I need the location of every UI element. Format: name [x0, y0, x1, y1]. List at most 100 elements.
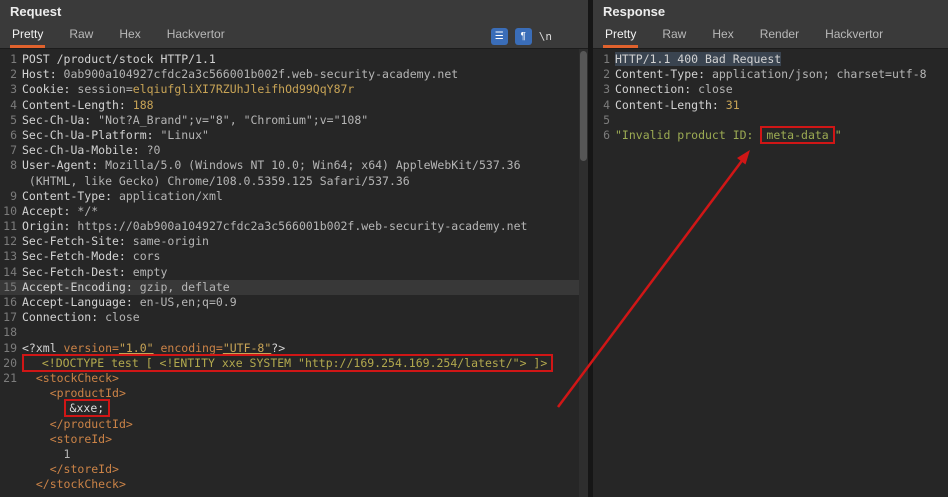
code-token: application/json; charset=utf-8 — [711, 67, 927, 82]
code-token: ?0 — [146, 143, 161, 158]
tab-response-pretty[interactable]: Pretty — [603, 24, 639, 48]
request-panel: Request Pretty Raw Hex Hackvertor ☰ ¶ \n… — [0, 0, 588, 497]
code-token: Sec-Ch-Ua-Mobile: — [22, 143, 147, 158]
code-token: 31 — [725, 97, 740, 112]
code-token: elqiufgliXI7RZUhJleifhOd99QqY87r — [132, 82, 355, 97]
line-number: 13 — [3, 249, 17, 264]
line-number: 5 — [10, 112, 17, 127]
line-number: 15 — [3, 279, 17, 294]
code-token: <!DOCTYPE test [ <!ENTITY xxe SYSTEM "ht… — [28, 355, 548, 370]
tab-response-raw[interactable]: Raw — [660, 24, 688, 48]
code-token: Host: — [22, 67, 64, 82]
request-editor[interactable]: 1 POST /product/stock HTTP/1.1 2 Host: 0ab9… — [0, 49, 588, 497]
annotated-token: meta-data — [760, 125, 835, 144]
code-token: POST /product/stock HTTP/1.1 — [22, 52, 216, 66]
response-editor[interactable]: 1 HTTP/1.1 400 Bad Request 2 Content-Type: … — [593, 49, 948, 497]
response-panel: Response Pretty Raw Hex Render Hackverto… — [593, 0, 948, 497]
wrap-lines-icon[interactable]: ¶ — [514, 27, 532, 45]
code-token: Content-Type: — [615, 67, 712, 82]
code-token: Mozilla/5.0 (Windows NT 10.0; Win64; x64… — [105, 158, 521, 173]
code-token: "UTF-8" — [222, 340, 272, 355]
pretty-print-icon[interactable]: ☰ — [490, 27, 508, 45]
code-line: &xxe; — [0, 399, 588, 418]
code-token: Sec-Ch-Ua: — [22, 112, 99, 127]
code-line: 18 — [0, 325, 588, 340]
code-token: HTTP/1.1 400 Bad Request — [615, 52, 782, 66]
code-token: Content-Length: — [615, 97, 726, 112]
line-number: 7 — [10, 143, 17, 158]
code-line: 2 Host: 0ab900a104927cfdc2a3c566001b002f.… — [0, 67, 588, 82]
code-token: </stockCheck> — [35, 477, 126, 492]
code-token: (KHTML, like Gecko) Chrome/108.0.5359.12… — [22, 173, 410, 188]
tab-response-hackvertor[interactable]: Hackvertor — [823, 24, 885, 48]
line-number: 6 — [10, 127, 17, 142]
code-line: 11 Origin: https://0ab900a104927cfdc2a3c5… — [0, 219, 588, 234]
line-number: 11 — [3, 219, 17, 234]
request-panel-title: Request — [10, 4, 62, 19]
code-token: application/xml — [118, 188, 223, 203]
code-token: gzip, deflate — [139, 279, 230, 294]
code-token: version= — [63, 340, 119, 355]
code-token: session= — [77, 82, 133, 97]
code-token: <productId> — [49, 386, 126, 401]
code-line: 1 — [0, 447, 588, 462]
line-number: 20 — [3, 355, 17, 370]
code-token: encoding= — [160, 340, 223, 355]
code-line: 20 <!DOCTYPE test [ <!ENTITY xxe SYSTEM … — [0, 353, 588, 372]
code-token: "1.0" — [118, 340, 154, 355]
code-line: </storeId> — [0, 462, 588, 477]
tab-request-hackvertor[interactable]: Hackvertor — [165, 24, 227, 48]
code-token: close — [698, 82, 733, 97]
tab-request-pretty[interactable]: Pretty — [10, 24, 46, 48]
request-tabs: Pretty Raw Hex Hackvertor ☰ ¶ \n — [0, 24, 588, 49]
code-token: Connection: — [615, 82, 699, 97]
line-number: 2 — [10, 67, 17, 82]
request-scrollbar-track[interactable] — [579, 49, 588, 497]
code-token: <?xml — [22, 340, 64, 355]
code-line: 3 Connection: close — [593, 82, 948, 97]
code-line: 14 Sec-Fetch-Dest: empty — [0, 265, 588, 280]
line-number: 5 — [603, 112, 610, 127]
code-token: Accept-Language: — [22, 295, 140, 309]
line-number: 2 — [603, 67, 610, 82]
code-token: " — [834, 127, 842, 142]
nonprintable-toggle[interactable]: \n — [539, 30, 552, 43]
code-token: https://0ab900a104927cfdc2a3c566001b002f… — [77, 219, 528, 234]
code-line: 13 Sec-Fetch-Mode: cors — [0, 249, 588, 264]
code-token: cors — [132, 249, 161, 264]
code-line: 9 Content-Type: application/xml — [0, 189, 588, 204]
code-token: Sec-Ch-Ua-Platform: — [22, 127, 161, 142]
code-line: 4 Content-Length: 31 — [593, 98, 948, 113]
code-line: 6 "Invalid product ID: meta-data " — [593, 125, 948, 144]
response-tabs: Pretty Raw Hex Render Hackvertor — [593, 24, 948, 49]
code-line: 3 Cookie: session=elqiufgliXI7RZUhJleifhO… — [0, 82, 588, 97]
code-line: 16 Accept-Language: en-US,en;q=0.9 — [0, 295, 588, 310]
code-line: 1 HTTP/1.1 400 Bad Request — [593, 52, 948, 67]
code-token: Sec-Fetch-Site: — [22, 234, 133, 249]
code-token: 0ab900a104927cfdc2a3c566001b002f.web-sec… — [63, 67, 459, 82]
tab-response-render[interactable]: Render — [758, 24, 801, 48]
line-number: 16 — [3, 295, 17, 309]
request-scrollbar-thumb[interactable] — [580, 51, 587, 161]
code-token: Connection: — [22, 310, 106, 325]
tab-request-hex[interactable]: Hex — [117, 24, 142, 48]
code-token: Accept: — [22, 203, 78, 218]
tab-request-raw[interactable]: Raw — [67, 24, 95, 48]
tab-response-hex[interactable]: Hex — [710, 24, 735, 48]
code-token: </productId> — [49, 416, 133, 431]
code-line: (KHTML, like Gecko) Chrome/108.0.5359.12… — [0, 174, 588, 189]
code-token: Sec-Fetch-Mode: — [22, 249, 133, 264]
line-number: 9 — [10, 188, 17, 203]
code-token: Sec-Fetch-Dest: — [22, 264, 133, 279]
line-number: 3 — [10, 82, 17, 97]
request-editor-controls: ☰ ¶ \n — [490, 27, 552, 45]
code-line: 7 Sec-Ch-Ua-Mobile: ?0 — [0, 143, 588, 158]
code-token: */* — [77, 203, 99, 218]
code-token: Content-Type: — [22, 188, 119, 203]
